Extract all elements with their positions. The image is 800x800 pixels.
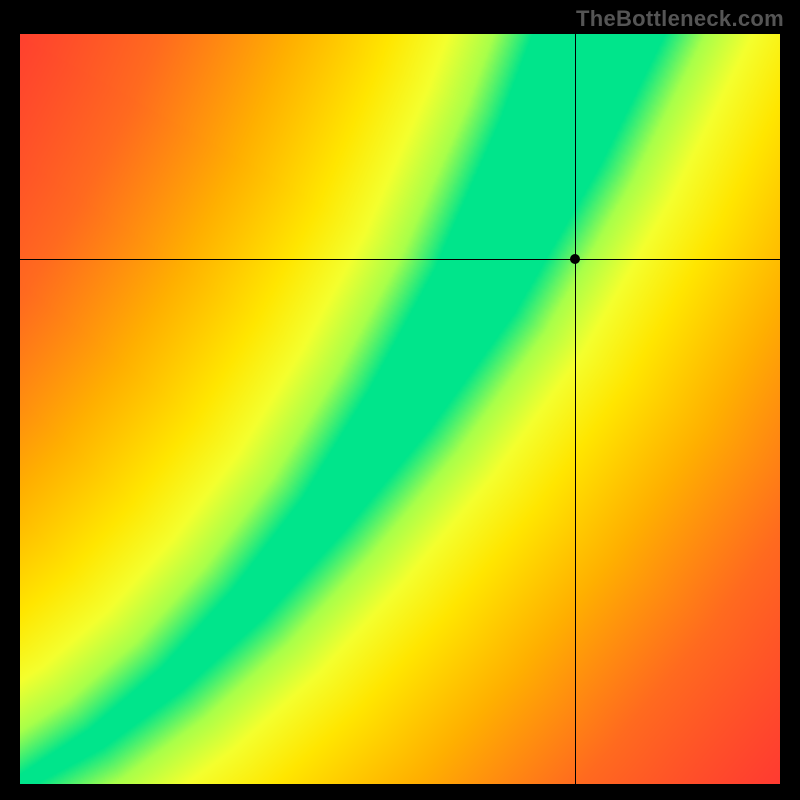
heatmap-plot: [20, 34, 780, 784]
crosshair-marker: [570, 254, 580, 264]
crosshair-vertical: [575, 34, 576, 784]
crosshair-horizontal: [20, 259, 780, 260]
chart-frame: TheBottleneck.com: [0, 0, 800, 800]
watermark-text: TheBottleneck.com: [576, 6, 784, 32]
heatmap-canvas: [20, 34, 780, 784]
